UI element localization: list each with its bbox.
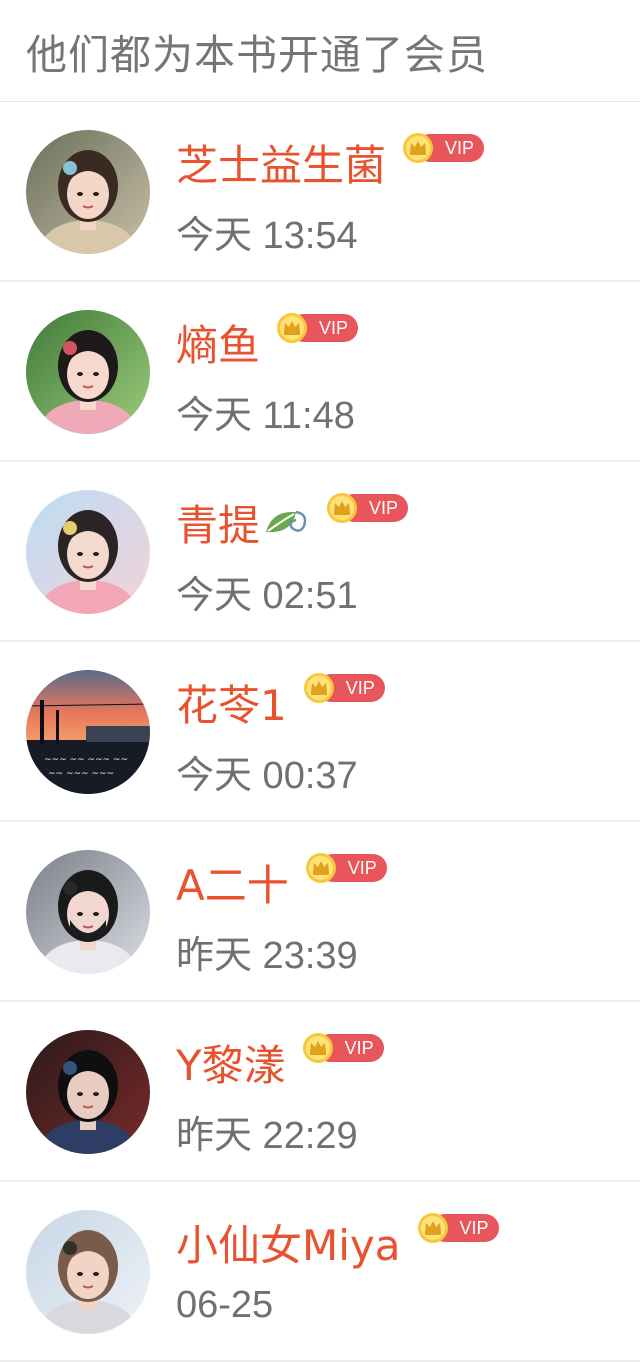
vip-badge: VIP [305,852,387,884]
member-name[interactable]: 芝士益生菌 [176,132,386,193]
member-row[interactable]: A二十 VIP 昨天 23:39 [0,822,640,1002]
crown-icon [417,1213,448,1243]
open-time: 昨天 23:39 [176,935,358,977]
avatar-image [26,490,150,614]
open-time: 今天 11:48 [176,395,355,437]
member-name[interactable]: A二十 [176,852,289,913]
member-row[interactable]: Y黎漾 VIP 昨天 22:29 [0,1002,640,1182]
avatar[interactable] [26,130,150,254]
vip-badge: VIP [402,132,485,164]
member-row[interactable]: 熵鱼 VIP 今天 11:48 [0,282,640,462]
avatar-image [26,850,150,974]
name-line: 芝士益生菌 VIP [176,132,485,193]
open-time: 今天 13:54 [176,215,358,257]
vip-badge: VIP [276,312,359,344]
member-row[interactable]: ~~~ ~~ ~~~ ~~ ~~ ~~~ ~~~ 花苓1 VIP 今天 00:3… [0,642,640,822]
member-name[interactable]: 熵鱼 [176,312,260,373]
avatar[interactable] [26,1030,150,1154]
avatar-image [26,130,150,254]
open-time: 今天 02:51 [176,575,358,617]
avatar-image: ~~~ ~~ ~~~ ~~ ~~ ~~~ ~~~ [26,670,150,794]
name-line: 小仙女Miya VIP [176,1212,499,1272]
avatar-image [26,1030,150,1154]
member-row[interactable]: 青提 VIP 今天 02:51 [0,462,640,642]
member-name[interactable]: 小仙女Miya [176,1212,401,1273]
name-line: 青提 VIP [176,492,409,553]
crown-icon [327,493,358,523]
vip-badge: VIP [303,672,385,704]
header: 他们都为本书开通了会员 [0,0,640,102]
avatar[interactable] [26,1210,150,1334]
avatar-image [26,1210,150,1334]
avatar-image [26,310,150,434]
leaf-badge [262,502,310,542]
member-row[interactable]: 小仙女Miya VIP 06-25 [0,1182,640,1362]
member-name[interactable]: Y黎漾 [176,1032,286,1093]
avatar[interactable]: ~~~ ~~ ~~~ ~~ ~~ ~~~ ~~~ [26,670,150,794]
member-name[interactable]: 花苓1 [176,672,287,733]
svg-text:~~ ~~~ ~~~: ~~ ~~~ ~~~ [48,769,114,779]
vip-badge: VIP [417,1212,499,1244]
crown-icon [303,673,334,703]
open-time: 06-25 [176,1284,274,1326]
name-line: 熵鱼 VIP [176,312,359,373]
name-line: Y黎漾 VIP [176,1032,384,1092]
page-title: 他们都为本书开通了会员 [26,30,488,79]
vip-badge: VIP [302,1032,384,1064]
crown-icon [277,313,308,343]
open-time: 今天 00:37 [176,755,358,797]
avatar[interactable] [26,850,150,974]
avatar[interactable] [26,310,150,434]
member-list: 芝士益生菌 VIP 今天 13:54 熵鱼 VIP 今天 11:48 青提 VI… [0,102,640,1362]
open-time: 昨天 22:29 [176,1115,358,1157]
leaf-icon [266,510,307,533]
crown-icon [403,133,434,163]
svg-text:~~~ ~~ ~~~ ~~: ~~~ ~~ ~~~ ~~ [44,755,128,765]
name-line: A二十 VIP [176,852,387,912]
avatar[interactable] [26,490,150,614]
vip-badge: VIP [326,492,409,524]
name-line: 花苓1 VIP [176,672,385,732]
member-row[interactable]: 芝士益生菌 VIP 今天 13:54 [0,102,640,282]
crown-icon [305,853,336,883]
member-name[interactable]: 青提 [176,492,260,553]
crown-icon [302,1033,333,1063]
